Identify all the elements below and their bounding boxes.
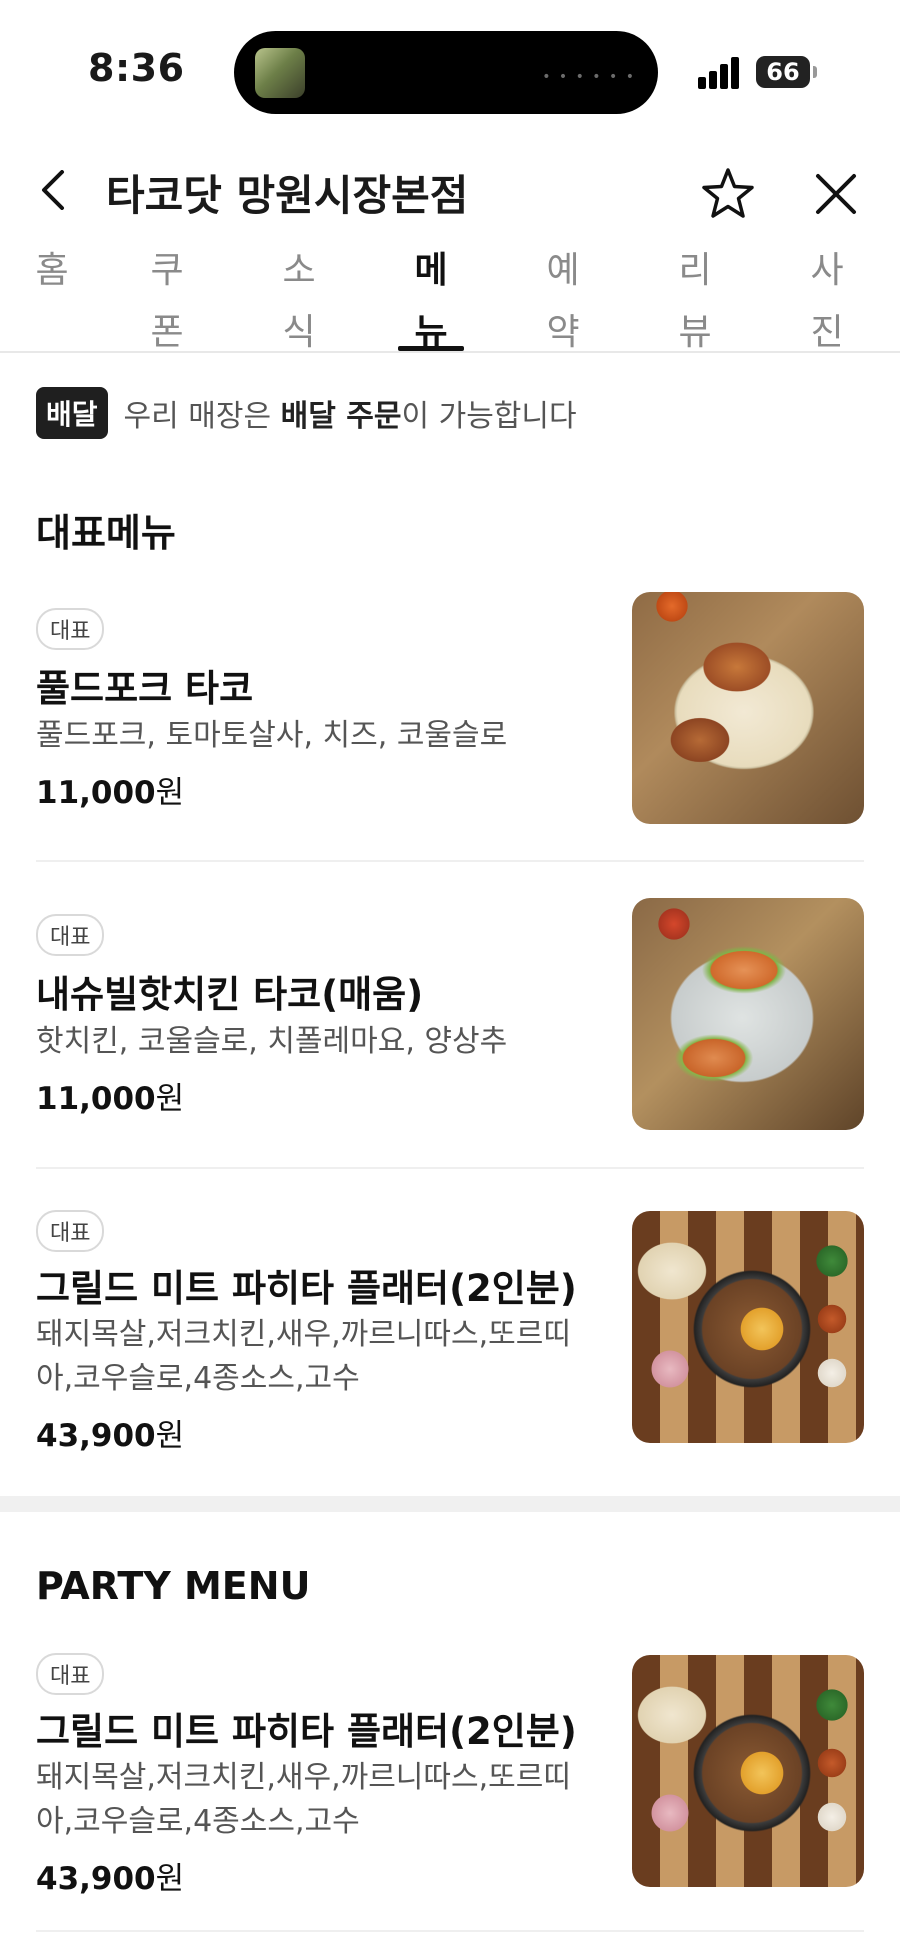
menu-item[interactable]: 대표 그릴드 미트 파히타 플래터(2인분) 돼지목살,저크치킨,새우,까르니따…: [0, 1210, 900, 1454]
divider: [36, 1167, 864, 1169]
tab-menu[interactable]: 메뉴: [398, 240, 464, 353]
tab-bar: 홈 쿠폰 소식 메뉴 예약 리뷰 사진: [0, 240, 900, 353]
delivery-badge: 배달: [36, 387, 108, 439]
chicken-taco-photo: [632, 898, 864, 1130]
tab-photo[interactable]: 사진: [794, 240, 860, 353]
back-arrow-icon[interactable]: [34, 170, 74, 210]
menu-item-price: 43,900원: [36, 1418, 185, 1454]
star-icon[interactable]: [700, 166, 756, 222]
menu-item[interactable]: 대표 풀드포크 타코 풀드포크, 토마토살사, 치즈, 코울슬로 11,000원: [0, 592, 900, 862]
menu-item-description: 돼지목살,저크치킨,새우,까르니따스,또르띠아,코우슬로,4종소스,고수: [36, 1317, 571, 1396]
status-bar: 8:36 • • • • • • 66: [0, 0, 900, 140]
status-time: 8:36: [88, 46, 185, 90]
menu-item-name: 풀드포크 타코: [36, 667, 254, 710]
menu-item[interactable]: 대표 내슈빌핫치킨 타코(매움) 핫치킨, 코울슬로, 치폴레마요, 양상추 1…: [0, 898, 900, 1168]
menu-item-price: 11,000원: [36, 1081, 185, 1117]
signature-tag: 대표: [36, 914, 105, 956]
app-header: 타코닷 망원시장본점: [0, 140, 900, 240]
divider: [36, 860, 864, 862]
delivery-notice: 배달 우리 매장은 배달 주문이 가능합니다: [36, 387, 577, 439]
section-separator: [0, 1496, 900, 1512]
divider: [36, 1930, 864, 1932]
tab-home[interactable]: 홈: [34, 240, 70, 351]
menu-item-price: 43,900원: [36, 1861, 185, 1897]
menu-item-description: 핫치킨, 코울슬로, 치폴레마요, 양상추: [36, 1024, 508, 1059]
menu-item-name: 그릴드 미트 파히타 플래터(2인분): [36, 1267, 577, 1310]
dynamic-island: • • • • • •: [234, 31, 658, 114]
menu-item-name: 내슈빌핫치킨 타코(매움): [36, 973, 424, 1016]
fajita-platter-photo: [632, 1211, 864, 1443]
menu-item-price: 11,000원: [36, 775, 185, 811]
tab-review[interactable]: 리뷰: [662, 240, 728, 353]
tab-reservation[interactable]: 예약: [530, 240, 596, 353]
signature-tag: 대표: [36, 608, 105, 650]
taco-plate-photo: [632, 592, 864, 824]
battery-icon: 66: [756, 56, 817, 88]
menu-item[interactable]: 대표 그릴드 미트 파히타 플래터(2인분) 돼지목살,저크치킨,새우,까르니따…: [0, 1653, 900, 1897]
menu-item-description: 돼지목살,저크치킨,새우,까르니따스,또르띠아,코우슬로,4종소스,고수: [36, 1760, 571, 1839]
tab-coupon[interactable]: 쿠폰: [134, 240, 200, 353]
cellular-signal-icon: [698, 55, 742, 89]
tab-news[interactable]: 소식: [266, 240, 332, 353]
section-title-party-menu: PARTY MENU: [36, 1564, 311, 1608]
waveform-icon: • • • • • •: [542, 69, 636, 85]
signature-tag: 대표: [36, 1210, 105, 1252]
store-title: 타코닷 망원시장본점: [106, 171, 469, 220]
now-playing-thumbnail: [255, 48, 305, 98]
menu-item-name: 그릴드 미트 파히타 플래터(2인분): [36, 1710, 577, 1753]
menu-item-description: 풀드포크, 토마토살사, 치즈, 코울슬로: [36, 718, 508, 753]
fajita-platter-photo: [632, 1655, 864, 1887]
delivery-notice-text: 우리 매장은 배달 주문이 가능합니다: [123, 399, 577, 434]
section-title-signature: 대표메뉴: [36, 511, 176, 555]
signature-tag: 대표: [36, 1653, 105, 1695]
close-icon[interactable]: [812, 170, 860, 218]
